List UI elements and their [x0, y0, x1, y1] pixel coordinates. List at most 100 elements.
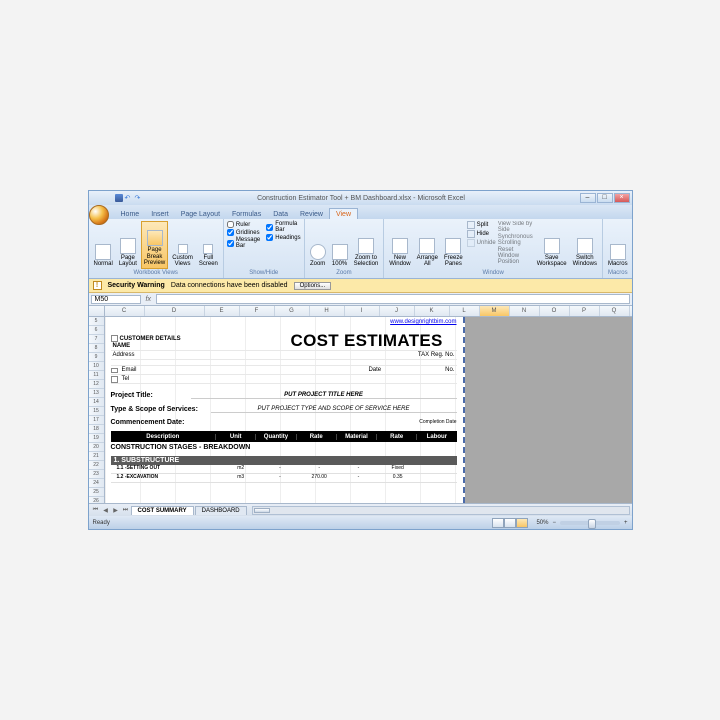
name-box[interactable]: M50: [91, 295, 141, 304]
zoom-selection-button[interactable]: Zoom to Selection: [352, 221, 381, 269]
sheet-tab-dashboard[interactable]: DASHBOARD: [195, 506, 247, 515]
tab-view[interactable]: View: [329, 208, 358, 219]
tab-nav-next[interactable]: ▶: [111, 507, 121, 514]
formulabar-check[interactable]: Formula Bar: [266, 221, 300, 233]
quick-access-toolbar[interactable]: ↶ ↷: [115, 194, 143, 202]
table-row[interactable]: 1.2 -EXCAVATION m3 - 270.00 - 0.35: [111, 474, 457, 483]
worksheet-area[interactable]: www.designrightbim.com COST ESTIMATES CU…: [105, 317, 632, 503]
formula-bar: M50 fx: [89, 293, 632, 306]
row-header[interactable]: 20: [89, 443, 104, 452]
row-header[interactable]: 7: [89, 335, 104, 344]
row-header[interactable]: 6: [89, 326, 104, 335]
table-row[interactable]: 1.1 -SETTING OUT m2 - - - Fixed: [111, 465, 457, 474]
ribbon-group-workbook-views: Normal Page Layout Page Break Preview Cu…: [89, 219, 224, 278]
warning-label: Security Warning: [108, 282, 165, 289]
view-pagebreak-icon[interactable]: [516, 518, 528, 528]
view-normal-icon[interactable]: [492, 518, 504, 528]
row-header[interactable]: 19: [89, 434, 104, 443]
office-button[interactable]: [89, 205, 109, 225]
zoom-button[interactable]: Zoom: [308, 221, 328, 269]
normal-view-button[interactable]: Normal: [92, 221, 115, 269]
save-icon[interactable]: [115, 194, 123, 202]
row-header[interactable]: 12: [89, 380, 104, 389]
select-all-corner[interactable]: [89, 306, 105, 316]
row-header[interactable]: 26: [89, 497, 104, 503]
warning-message: Data connections have been disabled: [171, 282, 288, 289]
row-header[interactable]: 11: [89, 371, 104, 380]
maximize-button[interactable]: □: [597, 193, 613, 203]
ribbon-group-window: New Window Arrange All Freeze Panes Spli…: [384, 219, 603, 278]
ribbon-group-zoom: Zoom 100% Zoom to Selection Zoom: [305, 219, 385, 278]
row-header[interactable]: 25: [89, 488, 104, 497]
row-header[interactable]: 22: [89, 461, 104, 470]
zoom-slider[interactable]: [560, 521, 620, 525]
sheet-tab-cost-summary[interactable]: COST SUMMARY: [131, 506, 194, 515]
status-bar: Ready 50% − +: [89, 516, 632, 529]
tab-page-layout[interactable]: Page Layout: [175, 209, 226, 219]
row-header[interactable]: 9: [89, 353, 104, 362]
zoom-100-button[interactable]: 100%: [330, 221, 350, 269]
column-headers[interactable]: C D E F G H I J K L M N O P Q: [89, 306, 632, 317]
tab-formulas[interactable]: Formulas: [226, 209, 267, 219]
row-header[interactable]: 10: [89, 362, 104, 371]
freeze-panes-button[interactable]: Freeze Panes: [442, 221, 465, 269]
zoom-out-button[interactable]: −: [552, 520, 556, 526]
row-headers[interactable]: 5678910111213141517181920212223242526282…: [89, 317, 105, 503]
phone-icon: [111, 376, 118, 383]
zoom-in-button[interactable]: +: [624, 520, 628, 526]
row-header[interactable]: 17: [89, 416, 104, 425]
page-break-preview-button[interactable]: Page Break Preview: [141, 221, 168, 269]
gridlines-check[interactable]: Gridlines: [227, 229, 260, 236]
zoom-level[interactable]: 50%: [536, 520, 548, 526]
row-header[interactable]: 5: [89, 317, 104, 326]
row-header[interactable]: 8: [89, 344, 104, 353]
reset-position-button[interactable]: Reset Window Position: [498, 247, 533, 265]
row-header[interactable]: 14: [89, 398, 104, 407]
row-header[interactable]: 13: [89, 389, 104, 398]
undo-icon[interactable]: ↶: [125, 194, 133, 202]
tab-nav-prev[interactable]: ◀: [101, 507, 111, 514]
full-screen-button[interactable]: Full Screen: [197, 221, 220, 269]
redo-icon[interactable]: ↷: [135, 194, 143, 202]
ruler-check[interactable]: Ruler: [227, 221, 260, 228]
ribbon: Normal Page Layout Page Break Preview Cu…: [89, 219, 632, 279]
custom-views-button[interactable]: Custom Views: [170, 221, 195, 269]
save-workspace-button[interactable]: Save Workspace: [535, 221, 569, 269]
tab-insert[interactable]: Insert: [145, 209, 175, 219]
warning-options-button[interactable]: Options...: [294, 282, 332, 290]
arrange-all-button[interactable]: Arrange All: [415, 221, 440, 269]
tab-data[interactable]: Data: [267, 209, 294, 219]
macros-button[interactable]: Macros: [606, 221, 630, 269]
ribbon-group-show-hide: Ruler Gridlines Message Bar Formula Bar …: [224, 219, 305, 278]
row-header[interactable]: 21: [89, 452, 104, 461]
row-header[interactable]: 24: [89, 479, 104, 488]
split-button[interactable]: Split: [467, 221, 496, 229]
messagebar-check[interactable]: Message Bar: [227, 237, 260, 249]
row-header[interactable]: 18: [89, 425, 104, 434]
fx-icon[interactable]: fx: [143, 296, 154, 303]
side-by-side-button[interactable]: View Side by Side: [498, 221, 533, 233]
headings-check[interactable]: Headings: [266, 234, 300, 241]
horizontal-scrollbar[interactable]: [252, 506, 630, 515]
hide-button[interactable]: Hide: [467, 230, 496, 238]
unhide-button[interactable]: Unhide: [467, 239, 496, 247]
new-window-button[interactable]: New Window: [387, 221, 412, 269]
row-header[interactable]: 15: [89, 407, 104, 416]
top-link[interactable]: www.designrightbim.com: [111, 319, 457, 325]
page-layout-view-button[interactable]: Page Layout: [117, 221, 139, 269]
substructure-heading: 1. SUBSTRUCTURE: [111, 456, 457, 465]
tab-nav-last[interactable]: ⏭: [121, 507, 131, 514]
tab-nav-first[interactable]: ⏮: [91, 507, 101, 514]
sync-scroll-button[interactable]: Synchronous Scrolling: [498, 234, 533, 246]
ribbon-tabs: Home Insert Page Layout Formulas Data Re…: [89, 205, 632, 219]
formula-input[interactable]: [156, 294, 630, 304]
switch-windows-button[interactable]: Switch Windows: [571, 221, 599, 269]
tab-home[interactable]: Home: [115, 209, 146, 219]
minimize-button[interactable]: –: [580, 193, 596, 203]
ribbon-group-macros: Macros Macros: [603, 219, 633, 278]
close-button[interactable]: ×: [614, 193, 630, 203]
status-ready: Ready: [93, 520, 110, 526]
tab-review[interactable]: Review: [294, 209, 329, 219]
view-layout-icon[interactable]: [504, 518, 516, 528]
row-header[interactable]: 23: [89, 470, 104, 479]
